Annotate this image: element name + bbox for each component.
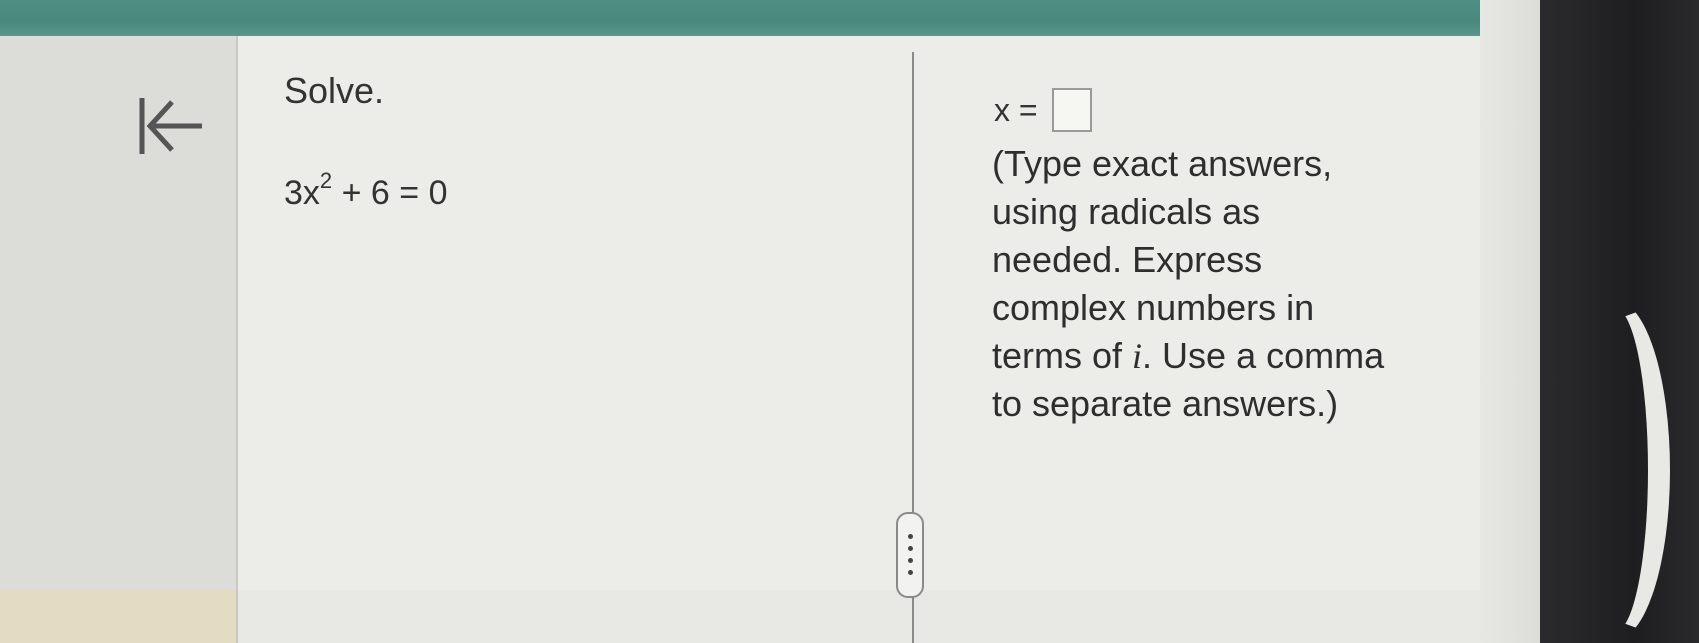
- gutter-divider: [236, 36, 238, 643]
- equation-exponent: 2: [319, 168, 333, 193]
- imaginary-unit-symbol: i: [1132, 336, 1143, 376]
- answer-row: x =: [994, 88, 1092, 132]
- panel-right-margin: [1480, 0, 1540, 643]
- answer-variable-label: x =: [994, 91, 1038, 128]
- instruction-line: needed. Express: [992, 239, 1263, 280]
- equation-term: 3x: [284, 174, 320, 212]
- question-panel-lower: [238, 590, 1480, 643]
- instruction-text: terms of: [992, 335, 1133, 376]
- left-gutter-footer: [0, 590, 238, 643]
- instruction-line: using radicals as: [992, 191, 1261, 232]
- instruction-line: to separate answers.): [992, 383, 1339, 424]
- problem-instruction: Solve.: [284, 70, 385, 111]
- answer-instructions: (Type exact answers, using radicals as n…: [992, 140, 1432, 428]
- first-page-arrow-icon[interactable]: [136, 92, 208, 160]
- top-header-bar: [0, 0, 1540, 36]
- light-reflection: [1560, 300, 1670, 640]
- instruction-line: terms of i. Use a comma: [992, 332, 1432, 380]
- equation-rest: + 6 = 0: [332, 174, 448, 212]
- vertical-dots-grip-icon[interactable]: [896, 512, 924, 598]
- instruction-line: (Type exact answers,: [992, 143, 1333, 184]
- instruction-line: complex numbers in: [992, 287, 1315, 328]
- instruction-text: . Use a comma: [1142, 335, 1385, 376]
- problem-equation: 3x2 + 6 = 0: [284, 168, 448, 213]
- answer-input-box[interactable]: [1051, 88, 1092, 132]
